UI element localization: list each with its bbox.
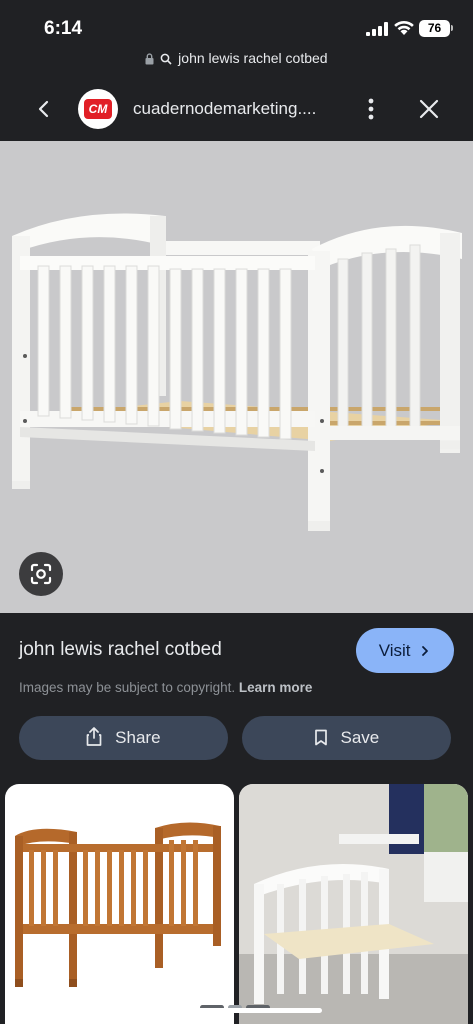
nursery-cot-image [239, 784, 468, 1024]
site-logo[interactable]: CM [78, 89, 118, 129]
learn-more-link[interactable]: Learn more [239, 680, 313, 695]
copyright-notice: Images may be subject to copyright. Lear… [19, 680, 312, 695]
site-logo-badge: CM [84, 99, 112, 119]
wooden-cot-image [15, 822, 221, 987]
share-label: Share [115, 728, 161, 747]
search-icon [160, 53, 172, 65]
share-icon [87, 727, 102, 746]
bookmark-icon [314, 729, 327, 746]
wifi-icon [394, 20, 414, 35]
share-button[interactable]: Share [19, 716, 228, 760]
more-vert-icon[interactable] [360, 96, 382, 122]
url-bar[interactable]: john lewis rachel cotbed [0, 50, 473, 72]
result-title[interactable]: john lewis rachel cotbed [19, 639, 222, 661]
copyright-text: Images may be subject to copyright. [19, 680, 236, 695]
save-label: Save [340, 728, 380, 747]
chevron-right-icon [422, 646, 429, 656]
home-indicator[interactable] [152, 1008, 322, 1013]
save-button[interactable]: Save [242, 716, 451, 760]
main-image[interactable] [0, 141, 473, 613]
lock-icon [145, 53, 154, 65]
related-image-1[interactable] [5, 784, 234, 1024]
site-name[interactable]: cuadernodemarketing.... [133, 99, 316, 119]
back-arrow-icon[interactable] [30, 95, 58, 123]
cot-image [12, 213, 462, 531]
status-time: 6:14 [44, 18, 83, 39]
lens-button[interactable] [19, 552, 63, 596]
close-icon[interactable] [416, 96, 442, 122]
url-text: john lewis rachel cotbed [178, 50, 328, 66]
lens-icon [30, 563, 52, 585]
battery-icon: 76 [419, 20, 450, 37]
visit-label: Visit [378, 641, 411, 660]
related-image-2[interactable] [239, 784, 468, 1024]
signal-bars-icon [366, 22, 388, 36]
visit-button[interactable]: Visit [356, 628, 454, 673]
status-bar: 6:14 76 [0, 0, 473, 52]
battery-tip [451, 25, 453, 31]
